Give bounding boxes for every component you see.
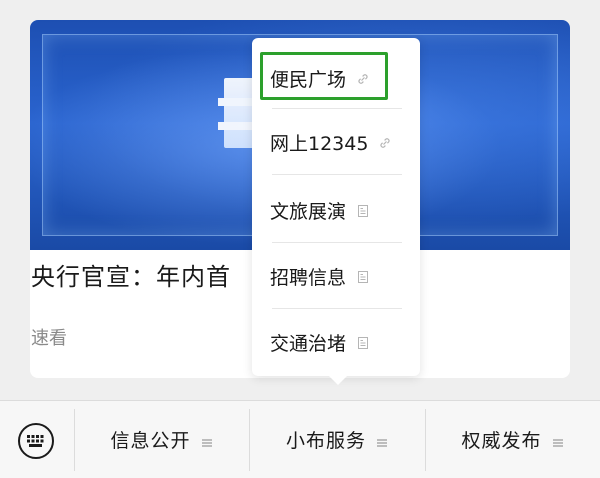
menu-divider (272, 242, 402, 243)
link-icon (378, 135, 392, 149)
page-icon (356, 335, 370, 349)
article-tag: 速看 (31, 328, 67, 349)
tab-xinxi-gongkai[interactable]: 信息公开 (74, 401, 249, 478)
menu-item-label: 交通治堵 (270, 332, 347, 355)
bottom-menu-bar: 信息公开 小布服务 权威发布 (0, 400, 600, 478)
page-icon (356, 203, 370, 217)
menu-divider (272, 174, 402, 175)
tab-quanwei-fabu[interactable]: 权威发布 (425, 401, 600, 478)
menu-item-label: 便民广场 (270, 68, 347, 91)
menu-item-label: 文旅展演 (270, 200, 347, 223)
keyboard-icon[interactable] (16, 421, 56, 461)
tab-label: 信息公开 (110, 430, 191, 452)
menu-lines-icon (376, 434, 388, 447)
menu-item-label: 招聘信息 (270, 266, 347, 289)
tab-label: 权威发布 (461, 430, 542, 452)
menu-divider (272, 308, 402, 309)
menu-item-bianmin[interactable]: 便民广场 (260, 46, 404, 110)
article-title[interactable]: 央行官宣：年内首 (31, 257, 231, 292)
page-icon (356, 269, 370, 283)
tab-label: 小布服务 (285, 430, 366, 452)
menu-divider (272, 108, 402, 109)
menu-item-12345[interactable]: 网上12345 (260, 110, 404, 174)
menu-item-zhaopin[interactable]: 招聘信息 (260, 244, 404, 308)
menu-item-jiaotong[interactable]: 交通治堵 (260, 310, 404, 374)
menu-item-wenlv[interactable]: 文旅展演 (260, 178, 404, 242)
menu-lines-icon (201, 434, 213, 447)
menu-lines-icon (552, 434, 564, 447)
link-icon (356, 71, 370, 85)
tab-xiaobu-fuwu[interactable]: 小布服务 (249, 401, 425, 478)
service-submenu: 便民广场 网上12345 文旅展演 招聘信息 交通治堵 (252, 38, 420, 385)
menu-item-label: 网上12345 (270, 132, 369, 155)
